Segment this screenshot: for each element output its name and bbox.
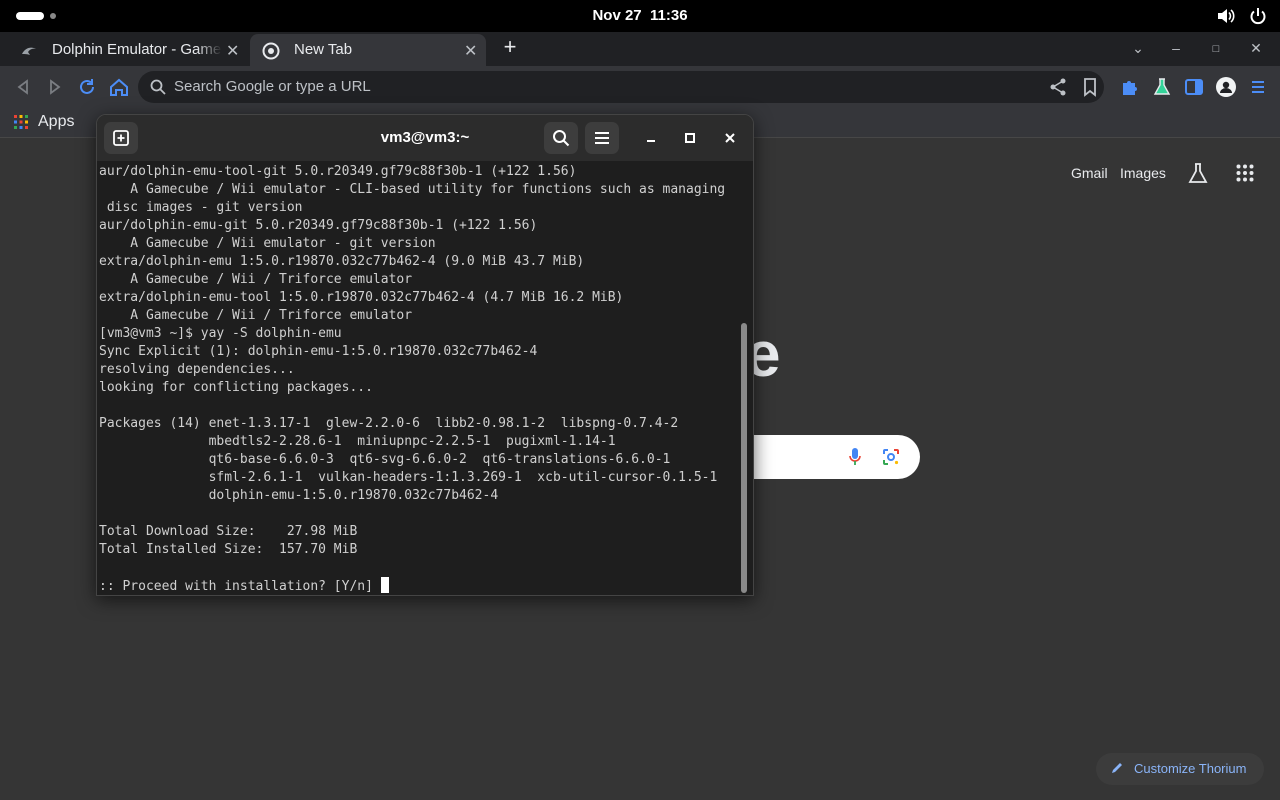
terminal-line: aur/dolphin-emu-tool-git 5.0.r20349.gf79… <box>99 164 577 179</box>
tab-search-chevron-icon[interactable]: ⌄ <box>1128 40 1148 57</box>
terminal-line: [vm3@vm3 ~]$ yay -S dolphin-emu <box>99 326 342 341</box>
power-icon[interactable] <box>1248 6 1268 26</box>
tab-new-tab[interactable]: New Tab ✕ <box>250 34 486 66</box>
terminal-line: Packages (14) enet-1.3.17-1 glew-2.2.0-6… <box>99 416 679 431</box>
chrome-favicon-icon <box>262 42 280 60</box>
minimize-window-icon[interactable]: – <box>1166 40 1186 56</box>
apps-grid-icon[interactable] <box>14 115 28 129</box>
tab-strip: Dolphin Emulator - GameCube/Wii games on… <box>0 32 1280 66</box>
bookmark-icon[interactable] <box>1080 77 1100 97</box>
terminal-prompt-line[interactable]: :: Proceed with installation? [Y/n] <box>99 577 389 595</box>
terminal-prompt-text: :: Proceed with installation? [Y/n] <box>99 579 381 594</box>
terminal-line: aur/dolphin-emu-git 5.0.r20349.gf79c88f3… <box>99 218 538 233</box>
clock-time[interactable]: 11:36 <box>650 7 688 24</box>
tab-title: Dolphin Emulator - GameCube/Wii games on… <box>52 41 222 58</box>
minimize-icon[interactable] <box>642 129 660 147</box>
terminal-line: dolphin-emu-1:5.0.r19870.032c77b462-4 <box>99 488 499 503</box>
terminal-search-button[interactable] <box>544 122 578 154</box>
terminal-menu-button[interactable] <box>585 122 619 154</box>
google-apps-icon[interactable] <box>1236 164 1254 182</box>
terminal-line: A Gamecube / Wii emulator - git version <box>99 236 436 251</box>
close-window-icon[interactable]: ✕ <box>1246 40 1266 57</box>
voice-search-icon[interactable] <box>848 447 862 467</box>
dolphin-favicon-icon <box>22 47 36 55</box>
back-icon[interactable] <box>12 76 34 98</box>
terminal-line: Total Download Size: 27.98 MiB <box>99 524 358 539</box>
terminal-line: sfml-2.6.1-1 vulkan-headers-1:1.3.269-1 … <box>99 470 718 485</box>
tab-title: New Tab <box>294 41 353 58</box>
terminal-window[interactable]: vm3@vm3:~ aur/dolphin-emu-tool-git 5.0.r… <box>96 114 754 596</box>
forward-icon[interactable] <box>44 76 66 98</box>
tab-close-icon[interactable]: ✕ <box>226 41 239 61</box>
volume-icon[interactable] <box>1216 6 1236 26</box>
menu-icon[interactable] <box>1248 77 1268 97</box>
omnibox[interactable]: Search Google or type a URL <box>138 71 1104 103</box>
terminal-headerbar[interactable]: vm3@vm3:~ <box>97 115 753 161</box>
extensions-icon[interactable] <box>1120 77 1140 97</box>
search-icon <box>553 130 570 147</box>
terminal-line: extra/dolphin-emu 1:5.0.r19870.032c77b46… <box>99 254 585 269</box>
home-icon[interactable] <box>108 76 130 98</box>
gmail-link[interactable]: Gmail <box>1071 165 1108 181</box>
terminal-line: Total Installed Size: 157.70 MiB <box>99 542 358 557</box>
omnibox-placeholder: Search Google or type a URL <box>174 78 371 95</box>
terminal-output[interactable]: aur/dolphin-emu-tool-git 5.0.r20349.gf79… <box>99 163 739 593</box>
tab-dolphin-emulator[interactable]: Dolphin Emulator - GameCube/Wii games on… <box>8 34 248 66</box>
clock-date[interactable]: Nov 27 <box>592 7 641 24</box>
pencil-icon <box>1112 763 1122 773</box>
new-tab-button[interactable]: + <box>498 34 522 60</box>
terminal-line: mbedtls2-2.28.6-1 miniupnpc-2.2.5-1 pugi… <box>99 434 616 449</box>
terminal-line: looking for conflicting packages... <box>99 380 373 395</box>
maximize-window-icon[interactable]: □ <box>1206 43 1226 55</box>
profile-avatar-icon[interactable] <box>1216 77 1236 97</box>
maximize-icon[interactable] <box>681 129 699 147</box>
side-panel-icon[interactable] <box>1184 77 1204 97</box>
lens-search-icon[interactable] <box>882 448 900 466</box>
terminal-line: Sync Explicit (1): dolphin-emu-1:5.0.r19… <box>99 344 538 359</box>
terminal-line: A Gamecube / Wii emulator - CLI-based ut… <box>99 182 726 197</box>
terminal-line: disc images - git version <box>99 200 303 215</box>
customize-thorium-label: Customize Thorium <box>1134 761 1247 776</box>
reload-icon[interactable] <box>76 76 98 98</box>
labs-flask-icon[interactable] <box>1152 77 1172 97</box>
hamburger-menu-icon <box>595 132 609 144</box>
share-icon[interactable] <box>1048 77 1068 97</box>
close-icon[interactable] <box>721 129 739 147</box>
tab-close-icon[interactable]: ✕ <box>464 41 477 61</box>
customize-thorium-button[interactable]: Customize Thorium <box>1096 753 1264 785</box>
terminal-line: A Gamecube / Wii / Triforce emulator <box>99 308 413 323</box>
labs-icon[interactable] <box>1187 162 1209 184</box>
gnome-top-bar: Nov 27 11:36 <box>0 0 1280 32</box>
terminal-line: resolving dependencies... <box>99 362 295 377</box>
terminal-line: qt6-base-6.6.0-3 qt6-svg-6.6.0-2 qt6-tra… <box>99 452 671 467</box>
terminal-line: A Gamecube / Wii / Triforce emulator <box>99 272 413 287</box>
terminal-line: extra/dolphin-emu-tool 1:5.0.r19870.032c… <box>99 290 624 305</box>
terminal-scrollbar[interactable] <box>741 323 747 593</box>
images-link[interactable]: Images <box>1120 165 1166 181</box>
terminal-cursor <box>380 577 389 593</box>
search-icon <box>150 79 166 95</box>
apps-bookmark[interactable]: Apps <box>38 113 74 131</box>
clock[interactable]: Nov 27 11:36 <box>0 7 1280 24</box>
